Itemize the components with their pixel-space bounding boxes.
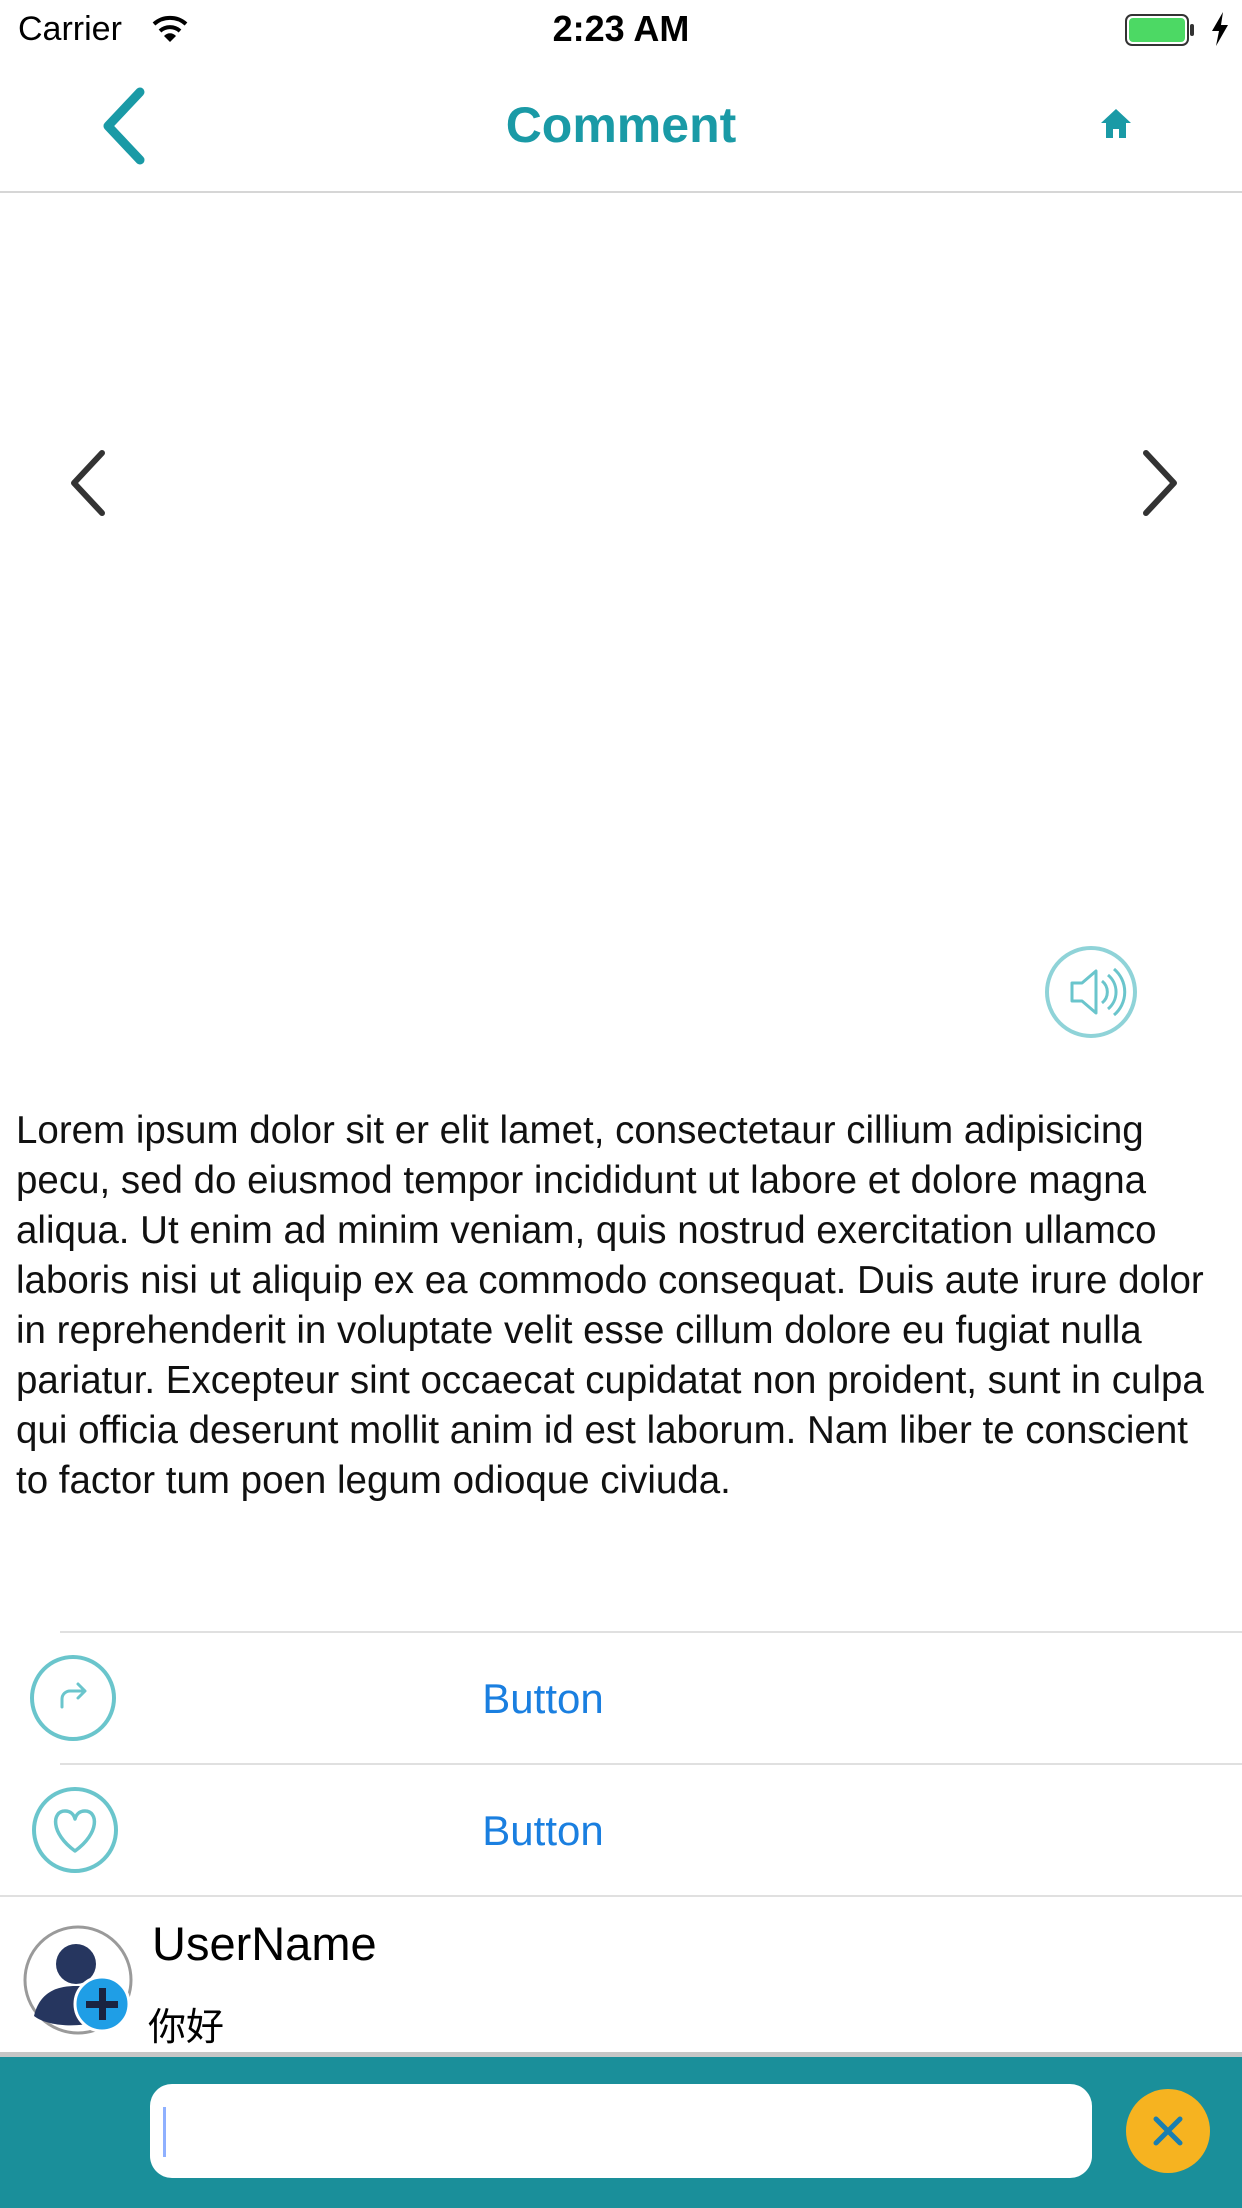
image-carousel[interactable] xyxy=(0,193,1242,1063)
share-row[interactable]: Button xyxy=(0,1633,1242,1765)
nav-bar: Comment xyxy=(0,62,1242,193)
comment-username: UserName xyxy=(152,1917,377,1970)
speaker-icon[interactable] xyxy=(1042,943,1140,1041)
comment-input[interactable] xyxy=(150,2084,1092,2178)
text-caret xyxy=(163,2107,166,2157)
home-icon[interactable] xyxy=(1098,106,1134,142)
close-icon[interactable] xyxy=(1126,2089,1210,2173)
close-button[interactable] xyxy=(1126,2089,1210,2173)
status-time: 2:23 AM xyxy=(552,8,690,49)
comment-screen: Carrier 2:23 AM Comment Lorem ipsum dolo… xyxy=(0,0,1242,2208)
comment-input-bar xyxy=(0,2052,1242,2208)
like-row[interactable]: Button xyxy=(0,1765,1242,1897)
like-button[interactable]: Button xyxy=(0,1807,1086,1855)
chevron-left-icon[interactable] xyxy=(64,443,114,523)
divider xyxy=(0,1895,1242,1897)
status-bar: Carrier 2:23 AM xyxy=(0,0,1242,62)
article-text: Lorem ipsum dolor sit er elit lamet, con… xyxy=(16,1109,1204,1502)
charging-icon xyxy=(1212,12,1228,46)
comment-text: 你好 xyxy=(148,2007,225,2049)
page-title: Comment xyxy=(505,97,737,153)
battery-icon xyxy=(1125,14,1194,46)
avatar[interactable] xyxy=(22,1924,134,2036)
share-button[interactable]: Button xyxy=(0,1675,1086,1723)
chevron-right-icon[interactable] xyxy=(1134,443,1184,523)
